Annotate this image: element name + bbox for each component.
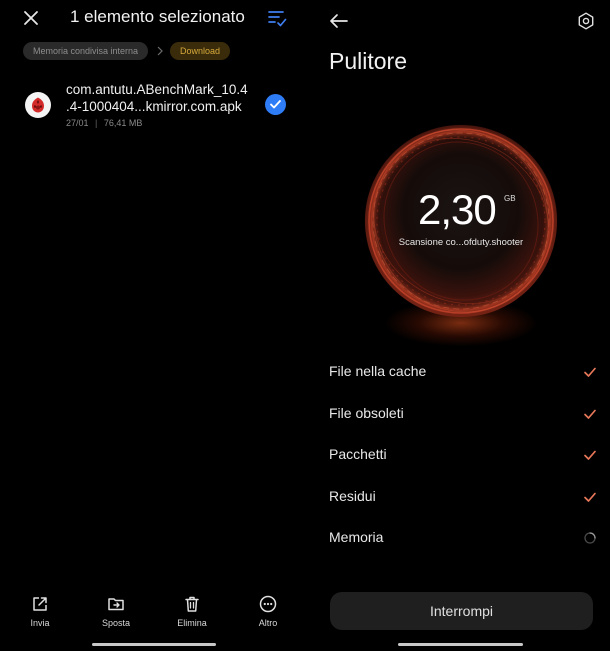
more-button[interactable]: Altro [241,594,295,630]
check-icon [584,409,596,419]
clean-item-memory: Memoria [329,529,597,549]
scan-status: Scansione co...ofduty.shooter [398,237,524,248]
clean-item-label: Residui [329,488,376,504]
apk-file-icon [25,92,51,118]
file-manager-screen: 1 elemento selezionato Memoria condivisa… [0,0,306,651]
breadcrumb-internal-storage[interactable]: Memoria condivisa interna [23,42,149,60]
file-meta: 27/01 | 76,41 MB [66,118,142,128]
select-all-button[interactable] [264,5,290,31]
check-icon [584,492,596,502]
settings-icon [578,12,594,30]
selection-title: 1 elemento selezionato [70,7,245,26]
clean-item-label: File obsoleti [329,405,404,421]
settings-button[interactable] [574,9,598,33]
delete-label: Elimina [177,618,207,628]
file-name-line-2: .4-1000404...kmirror.com.apk [66,99,242,114]
scanned-size-value: 2,30 [418,186,497,233]
clean-item-label: Memoria [329,529,384,545]
delete-button[interactable]: Elimina [165,594,219,630]
file-name: com.antutu.ABenchMark_10.4 .4-1000404...… [66,81,262,115]
trash-icon [185,596,199,612]
back-button[interactable] [326,8,352,34]
close-button[interactable] [18,5,44,31]
move-button[interactable]: Sposta [89,594,143,630]
clean-item-label: Pacchetti [329,446,387,462]
select-all-icon [268,11,287,27]
more-label: Altro [258,618,278,628]
clean-item-residual: Residui [329,488,597,508]
share-button[interactable]: Invia [13,594,67,630]
spinner-icon [584,532,596,544]
share-label: Invia [30,618,50,628]
file-date: 27/01 [66,118,89,128]
stop-scan-button[interactable]: Interrompi [330,592,593,630]
clean-item-cache: File nella cache [329,363,597,383]
close-icon [24,11,38,25]
clean-item-packages: Pacchetti [329,446,597,466]
share-icon [33,597,47,611]
check-icon [270,100,281,109]
scanned-size-unit: GB [504,194,516,203]
cleaner-screen: Pulitore 2,30 GB Scansione co...ofduty.s… [306,0,610,651]
breadcrumb-download[interactable]: Download [170,42,231,60]
check-icon [584,450,596,460]
back-arrow-icon [330,14,348,28]
page-title: Pulitore [329,48,407,74]
home-indicator[interactable] [398,643,523,646]
check-icon [584,367,596,377]
selected-checkbox[interactable] [265,94,286,115]
chevron-right-icon [155,43,165,59]
home-indicator[interactable] [92,643,216,646]
file-name-line-1: com.antutu.ABenchMark_10.4 [66,82,248,97]
meta-separator: | [95,118,98,128]
move-icon [108,598,124,611]
clean-item-label: File nella cache [329,363,427,379]
clean-item-obsolete: File obsoleti [329,405,597,425]
file-size: 76,41 MB [103,118,143,128]
move-label: Sposta [101,618,131,628]
more-icon [259,595,277,613]
